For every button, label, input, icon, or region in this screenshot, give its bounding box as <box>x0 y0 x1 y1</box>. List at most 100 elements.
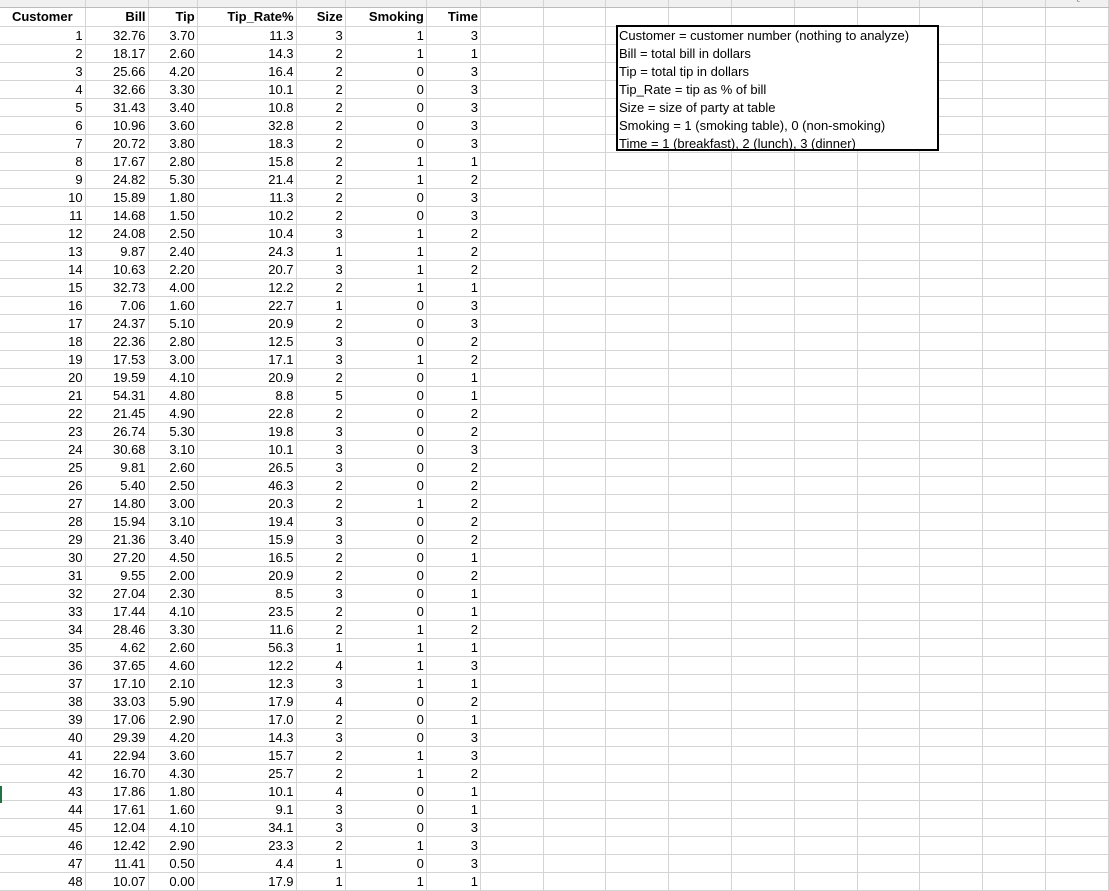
data-cell[interactable]: 10.2 <box>197 206 297 225</box>
data-cell[interactable]: 0 <box>345 566 427 585</box>
data-cell[interactable] <box>919 476 984 495</box>
data-cell[interactable]: 4.10 <box>148 602 198 621</box>
data-cell[interactable] <box>1045 188 1109 207</box>
data-cell[interactable] <box>668 854 732 873</box>
data-cell[interactable] <box>668 386 732 405</box>
data-cell[interactable] <box>982 260 1047 279</box>
data-cell[interactable] <box>982 278 1047 297</box>
data-cell[interactable] <box>668 656 732 675</box>
data-cell[interactable] <box>480 458 544 477</box>
data-cell[interactable]: 43 <box>0 782 86 801</box>
data-cell[interactable] <box>982 764 1047 783</box>
data-cell[interactable]: 0 <box>345 512 427 531</box>
data-cell[interactable] <box>543 530 607 549</box>
data-cell[interactable] <box>480 440 544 459</box>
data-cell[interactable] <box>731 854 795 873</box>
data-cell[interactable]: 2 <box>296 602 346 621</box>
data-cell[interactable]: 2 <box>296 368 346 387</box>
data-cell[interactable]: 1 <box>426 44 482 63</box>
data-cell[interactable] <box>857 836 921 855</box>
data-cell[interactable]: 12.42 <box>85 836 149 855</box>
data-cell[interactable] <box>543 656 607 675</box>
data-cell[interactable]: 1 <box>296 242 346 261</box>
data-cell[interactable]: 2 <box>296 80 346 99</box>
data-cell[interactable] <box>731 818 795 837</box>
data-cell[interactable]: 15.7 <box>197 746 297 765</box>
data-cell[interactable]: 3 <box>296 818 346 837</box>
data-cell[interactable]: 54.31 <box>85 386 149 405</box>
data-cell[interactable] <box>605 350 670 369</box>
data-cell[interactable]: 18 <box>0 332 86 351</box>
data-cell[interactable]: 20.9 <box>197 566 297 585</box>
data-cell[interactable] <box>543 404 607 423</box>
data-cell[interactable] <box>480 80 544 99</box>
data-cell[interactable] <box>982 638 1047 657</box>
data-cell[interactable] <box>982 836 1047 855</box>
data-cell[interactable]: 2.60 <box>148 638 198 657</box>
data-cell[interactable]: 39 <box>0 710 86 729</box>
data-cell[interactable]: 0 <box>345 458 427 477</box>
data-cell[interactable] <box>794 566 858 585</box>
data-cell[interactable] <box>794 350 858 369</box>
data-cell[interactable] <box>857 584 921 603</box>
data-cell[interactable]: 2.00 <box>148 566 198 585</box>
data-cell[interactable] <box>1045 224 1109 243</box>
data-cell[interactable] <box>731 206 795 225</box>
data-cell[interactable]: 1 <box>426 638 482 657</box>
data-cell[interactable] <box>982 404 1047 423</box>
data-cell[interactable]: 9.55 <box>85 566 149 585</box>
data-cell[interactable]: 29 <box>0 530 86 549</box>
data-cell[interactable] <box>668 368 732 387</box>
data-cell[interactable] <box>668 314 732 333</box>
data-cell[interactable]: 3 <box>426 296 482 315</box>
data-cell[interactable]: 2.80 <box>148 332 198 351</box>
data-cell[interactable]: 2 <box>296 566 346 585</box>
data-cell[interactable] <box>605 278 670 297</box>
data-cell[interactable]: 47 <box>0 854 86 873</box>
data-cell[interactable]: 1 <box>426 368 482 387</box>
data-cell[interactable] <box>543 800 607 819</box>
data-cell[interactable] <box>857 386 921 405</box>
data-cell[interactable] <box>982 44 1047 63</box>
data-cell[interactable] <box>731 800 795 819</box>
data-cell[interactable] <box>1045 710 1109 729</box>
data-cell[interactable]: 2.90 <box>148 710 198 729</box>
data-cell[interactable] <box>480 854 544 873</box>
data-cell[interactable] <box>543 602 607 621</box>
data-cell[interactable] <box>668 350 732 369</box>
data-cell[interactable]: 26.5 <box>197 458 297 477</box>
data-cell[interactable]: 2.10 <box>148 674 198 693</box>
data-cell[interactable]: 0 <box>345 296 427 315</box>
data-cell[interactable] <box>1045 242 1109 261</box>
data-cell[interactable]: 36 <box>0 656 86 675</box>
data-cell[interactable] <box>480 620 544 639</box>
data-cell[interactable]: 2 <box>426 566 482 585</box>
data-cell[interactable]: 16.5 <box>197 548 297 567</box>
data-cell[interactable] <box>543 548 607 567</box>
data-cell[interactable]: 2.30 <box>148 584 198 603</box>
data-cell[interactable] <box>982 116 1047 135</box>
data-cell[interactable] <box>794 656 858 675</box>
data-cell[interactable]: 1.60 <box>148 800 198 819</box>
data-cell[interactable]: 24.37 <box>85 314 149 333</box>
data-cell[interactable] <box>1045 98 1109 117</box>
data-cell[interactable]: 2 <box>426 242 482 261</box>
data-cell[interactable]: 20.9 <box>197 368 297 387</box>
data-cell[interactable] <box>731 602 795 621</box>
data-cell[interactable] <box>1045 584 1109 603</box>
data-cell[interactable] <box>982 476 1047 495</box>
data-cell[interactable] <box>982 188 1047 207</box>
data-cell[interactable]: 56.3 <box>197 638 297 657</box>
data-cell[interactable]: 1.80 <box>148 188 198 207</box>
data-cell[interactable] <box>919 728 984 747</box>
data-cell[interactable] <box>480 584 544 603</box>
data-cell[interactable] <box>982 422 1047 441</box>
data-cell[interactable]: 1 <box>345 44 427 63</box>
data-cell[interactable]: 3 <box>296 26 346 45</box>
data-cell[interactable]: 28 <box>0 512 86 531</box>
data-cell[interactable]: 1 <box>426 782 482 801</box>
data-cell[interactable]: 7 <box>0 134 86 153</box>
data-cell[interactable] <box>668 440 732 459</box>
data-cell[interactable] <box>1045 278 1109 297</box>
data-cell[interactable] <box>857 656 921 675</box>
